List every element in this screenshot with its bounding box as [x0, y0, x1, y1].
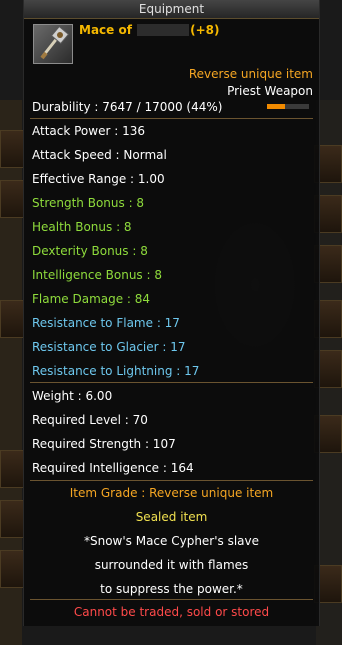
- stat-line: Health Bonus : 8: [32, 220, 132, 234]
- requirement-line: Required Strength : 107: [32, 437, 176, 451]
- lore-line-2: surrounded it with flames: [94, 558, 249, 572]
- lore-line-1: *Snow's Mace Cypher's slave: [83, 534, 260, 548]
- stat-line: Effective Range : 1.00: [32, 172, 165, 186]
- item-class-label: Priest Weapon: [227, 84, 313, 98]
- stat-line: Strength Bonus : 8: [32, 196, 145, 210]
- inventory-slot[interactable]: [0, 300, 24, 338]
- lore-line-3: to suppress the power.*: [100, 582, 243, 596]
- inventory-slot[interactable]: [0, 450, 24, 488]
- inventory-slot[interactable]: [0, 550, 24, 588]
- divider: [30, 480, 313, 481]
- tooltip-header: Equipment: [24, 0, 319, 19]
- requirement-line: Required Level : 70: [32, 413, 148, 427]
- durability-bar-fill: [267, 104, 286, 109]
- stat-line: Intelligence Bonus : 8: [32, 268, 162, 282]
- stat-line: Attack Speed : Normal: [32, 148, 167, 162]
- stat-line: Dexterity Bonus : 8: [32, 244, 148, 258]
- mace-icon: [33, 24, 73, 64]
- divider: [30, 599, 313, 600]
- stat-line: Resistance to Glacier : 17: [32, 340, 186, 354]
- divider: [30, 382, 313, 383]
- stat-line: Resistance to Lightning : 17: [32, 364, 200, 378]
- inventory-slot[interactable]: [0, 500, 24, 538]
- item-name-prefix: Mace of: [79, 23, 137, 37]
- item-name: Mace of (+8): [79, 23, 220, 37]
- item-name-suffix: (+8): [190, 23, 220, 37]
- requirement-line: Required Intelligence : 164: [32, 461, 194, 475]
- durability-bar: [267, 104, 309, 109]
- stat-line: Attack Power : 136: [32, 124, 145, 138]
- divider: [30, 118, 313, 119]
- stat-line: Flame Damage : 84: [32, 292, 151, 306]
- window-title: Equipment: [138, 2, 205, 16]
- inventory-slot[interactable]: [0, 180, 24, 218]
- trade-restriction: Cannot be traded, sold or stored: [73, 605, 270, 619]
- inventory-slot[interactable]: [0, 130, 24, 168]
- stat-line: Resistance to Flame : 17: [32, 316, 180, 330]
- sealed-status: Sealed item: [135, 510, 208, 524]
- redacted-text: [137, 24, 190, 36]
- durability-text: Durability : 7647 / 17000 (44%): [32, 100, 223, 114]
- item-grade-label: Reverse unique item: [188, 67, 313, 81]
- item-tooltip: Equipment Mace of (+8) Reverse unique it…: [23, 0, 320, 626]
- item-grade-footer: Item Grade : Reverse unique item: [69, 486, 274, 500]
- requirement-line: Weight : 6.00: [32, 389, 113, 403]
